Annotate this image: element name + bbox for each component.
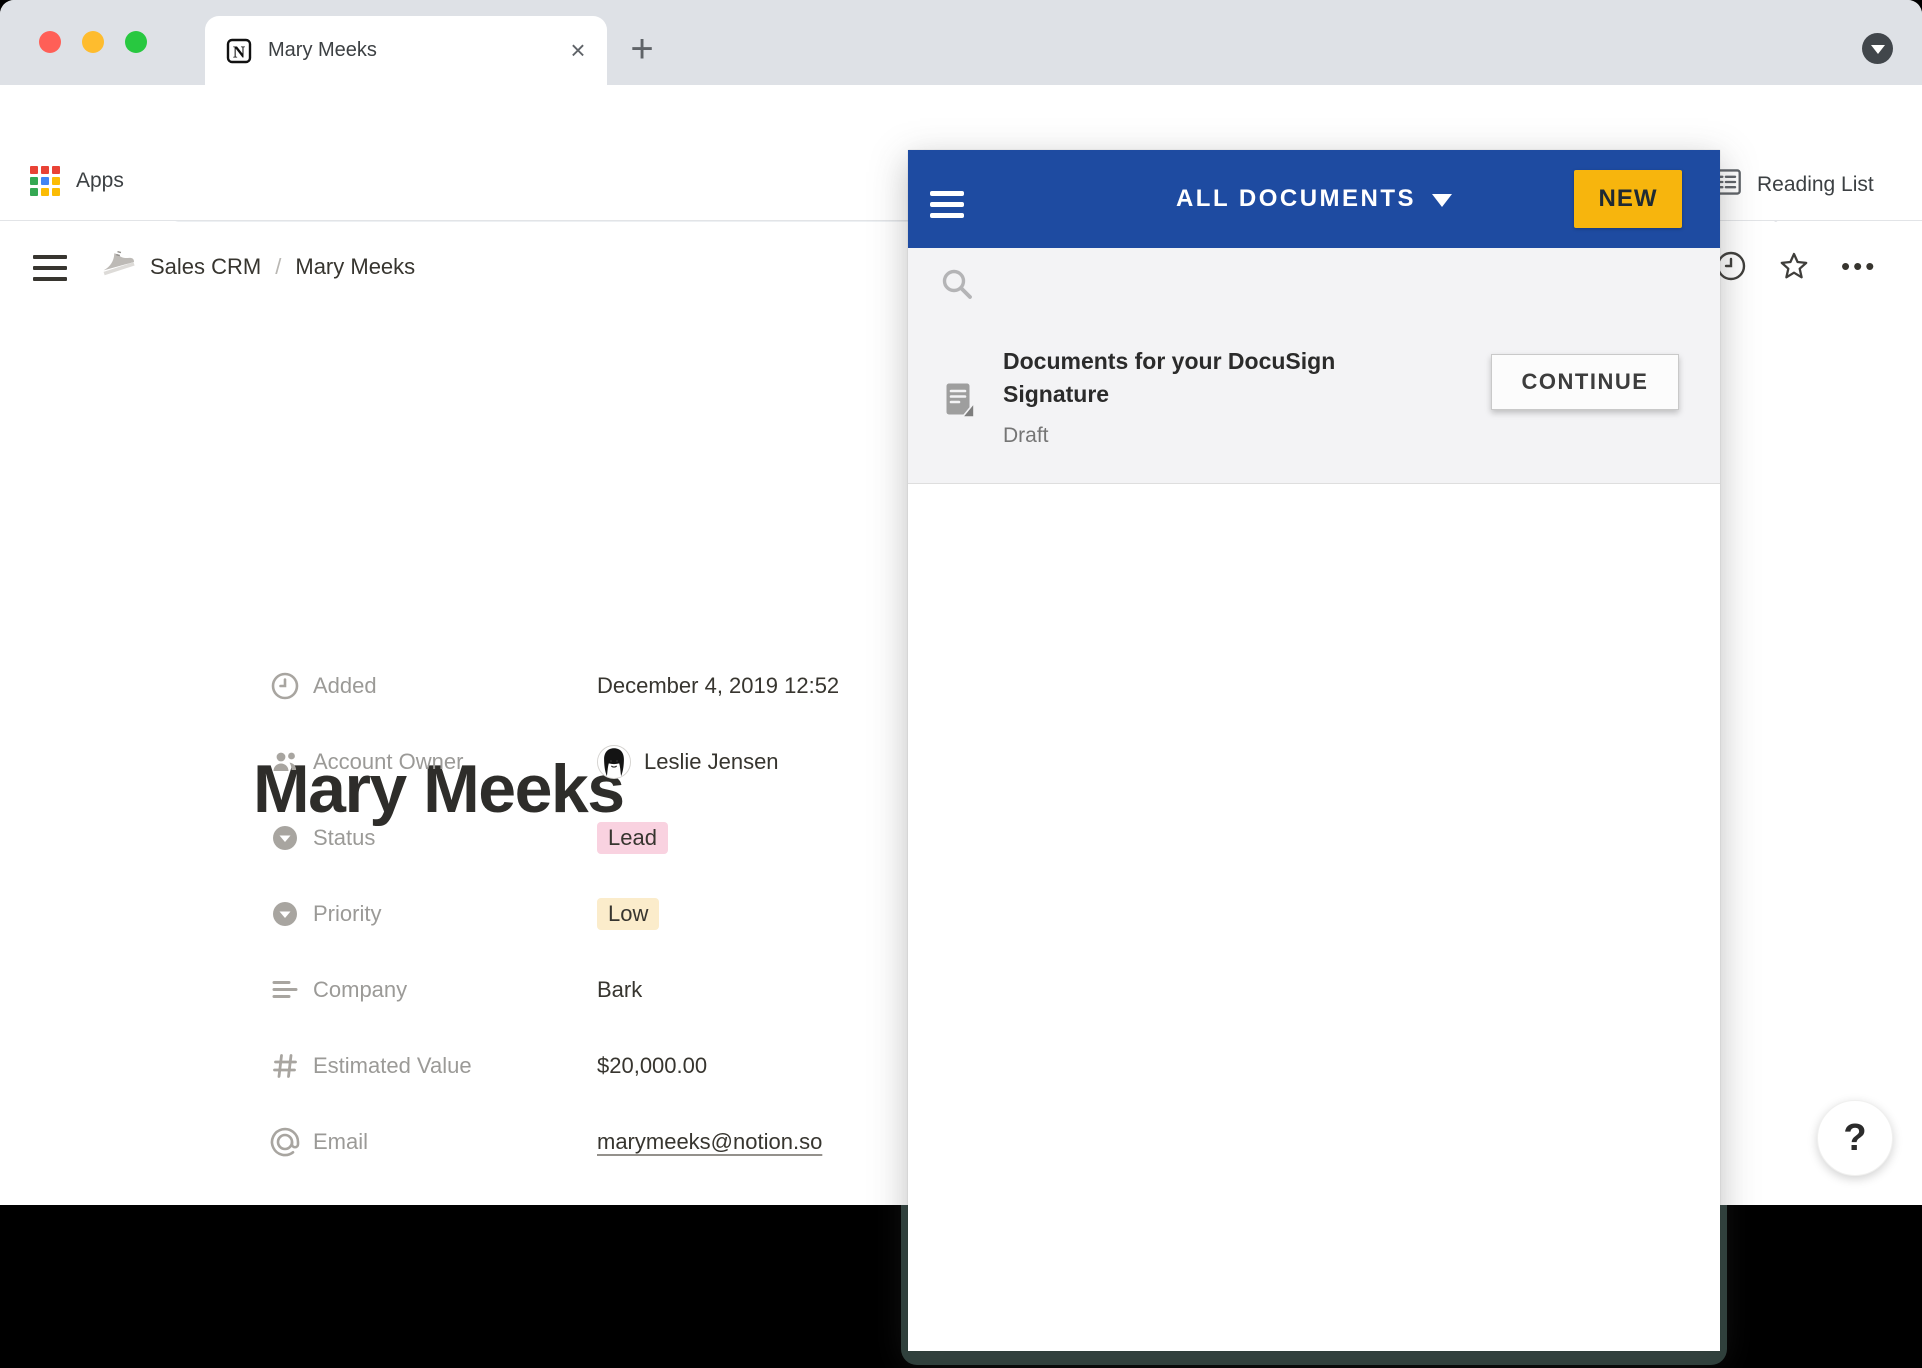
property-label[interactable]: Status xyxy=(313,825,597,851)
favorite-star-icon[interactable] xyxy=(1778,250,1810,282)
clock-icon xyxy=(270,671,300,701)
apps-label: Apps xyxy=(76,169,124,193)
documents-filter-label: ALL DOCUMENTS xyxy=(1176,185,1416,213)
chevron-down-icon xyxy=(1871,45,1885,54)
reading-list-button[interactable]: Reading List xyxy=(1712,167,1874,202)
more-options-icon[interactable]: ••• xyxy=(1841,250,1877,282)
minimize-window-button[interactable] xyxy=(82,31,104,53)
continue-button[interactable]: CONTINUE xyxy=(1491,354,1679,410)
document-status: Draft xyxy=(1003,424,1403,448)
property-label[interactable]: Email xyxy=(313,1129,597,1155)
docusign-search-row xyxy=(908,248,1720,322)
property-value[interactable]: marymeeks@notion.so xyxy=(597,1129,822,1155)
new-tab-button[interactable]: + xyxy=(624,32,660,68)
property-label[interactable]: Company xyxy=(313,977,597,1003)
zoom-window-button[interactable] xyxy=(125,31,147,53)
property-label[interactable]: Estimated Value xyxy=(313,1053,597,1079)
apps-shortcut[interactable]: Apps xyxy=(30,166,124,196)
reading-list-label: Reading List xyxy=(1757,173,1874,197)
browser-tab[interactable]: N Mary Meeks × xyxy=(205,16,607,85)
property-tag[interactable]: Low xyxy=(597,898,659,930)
caret-down-icon xyxy=(1432,194,1452,207)
property-value[interactable]: Lead xyxy=(597,822,668,854)
property-tag[interactable]: Lead xyxy=(597,822,668,854)
docusign-panel-body xyxy=(908,484,1720,1351)
svg-text:N: N xyxy=(233,42,246,61)
search-icon xyxy=(940,267,975,302)
tab-strip: N Mary Meeks × + xyxy=(0,0,1922,85)
document-title: Documents for your DocuSign Signature xyxy=(1003,345,1403,411)
docusign-header: ALL DOCUMENTS NEW xyxy=(908,150,1720,248)
select-icon xyxy=(270,823,300,853)
person-avatar xyxy=(597,745,644,779)
property-label[interactable]: Priority xyxy=(313,901,597,927)
sidebar-menu-icon[interactable] xyxy=(33,255,67,281)
select-icon xyxy=(270,899,300,929)
sneaker-page-icon[interactable] xyxy=(96,240,136,280)
breadcrumb-separator: / xyxy=(275,254,281,280)
person-icon xyxy=(270,747,300,777)
browser-toolbar: notion.so/camacme/Mary-Meeks-2219a2de94f… xyxy=(0,85,1922,147)
breadcrumb: Sales CRM / Mary Meeks xyxy=(150,254,415,280)
person-name: Leslie Jensen xyxy=(644,749,779,775)
breadcrumb-workspace[interactable]: Sales CRM xyxy=(150,254,261,280)
notion-page-actions: ••• xyxy=(1715,250,1877,282)
window-controls xyxy=(39,31,147,53)
document-signature-icon xyxy=(945,382,975,420)
document-search-input[interactable] xyxy=(992,262,1682,308)
apps-grid-icon xyxy=(30,166,60,196)
at-icon xyxy=(270,1127,300,1157)
email-link[interactable]: marymeeks@notion.so xyxy=(597,1129,822,1155)
property-value[interactable]: $20,000.00 xyxy=(597,1053,707,1079)
breadcrumb-page[interactable]: Mary Meeks xyxy=(295,254,415,280)
new-document-button[interactable]: NEW xyxy=(1574,170,1682,228)
tab-close-icon[interactable]: × xyxy=(565,38,591,64)
document-list: Documents for your DocuSign Signature Dr… xyxy=(908,322,1720,484)
property-value[interactable]: December 4, 2019 12:52 xyxy=(597,673,839,699)
tab-search-button[interactable] xyxy=(1862,33,1893,64)
property-value[interactable]: Low xyxy=(597,898,659,930)
number-icon xyxy=(270,1051,300,1081)
close-window-button[interactable] xyxy=(39,31,61,53)
text-icon xyxy=(270,975,300,1005)
property-value[interactable]: Leslie Jensen xyxy=(597,745,779,779)
help-button[interactable]: ? xyxy=(1817,1100,1893,1176)
tab-title: Mary Meeks xyxy=(268,39,565,62)
docusign-panel: ALL DOCUMENTS NEW Documents for your Doc… xyxy=(908,150,1720,1351)
document-list-item[interactable]: Documents for your DocuSign Signature Dr… xyxy=(908,322,1720,484)
property-value[interactable]: Bark xyxy=(597,977,642,1003)
notion-favicon-icon: N xyxy=(225,37,253,65)
property-label[interactable]: Account Owner xyxy=(313,749,597,775)
property-label[interactable]: Added xyxy=(313,673,597,699)
